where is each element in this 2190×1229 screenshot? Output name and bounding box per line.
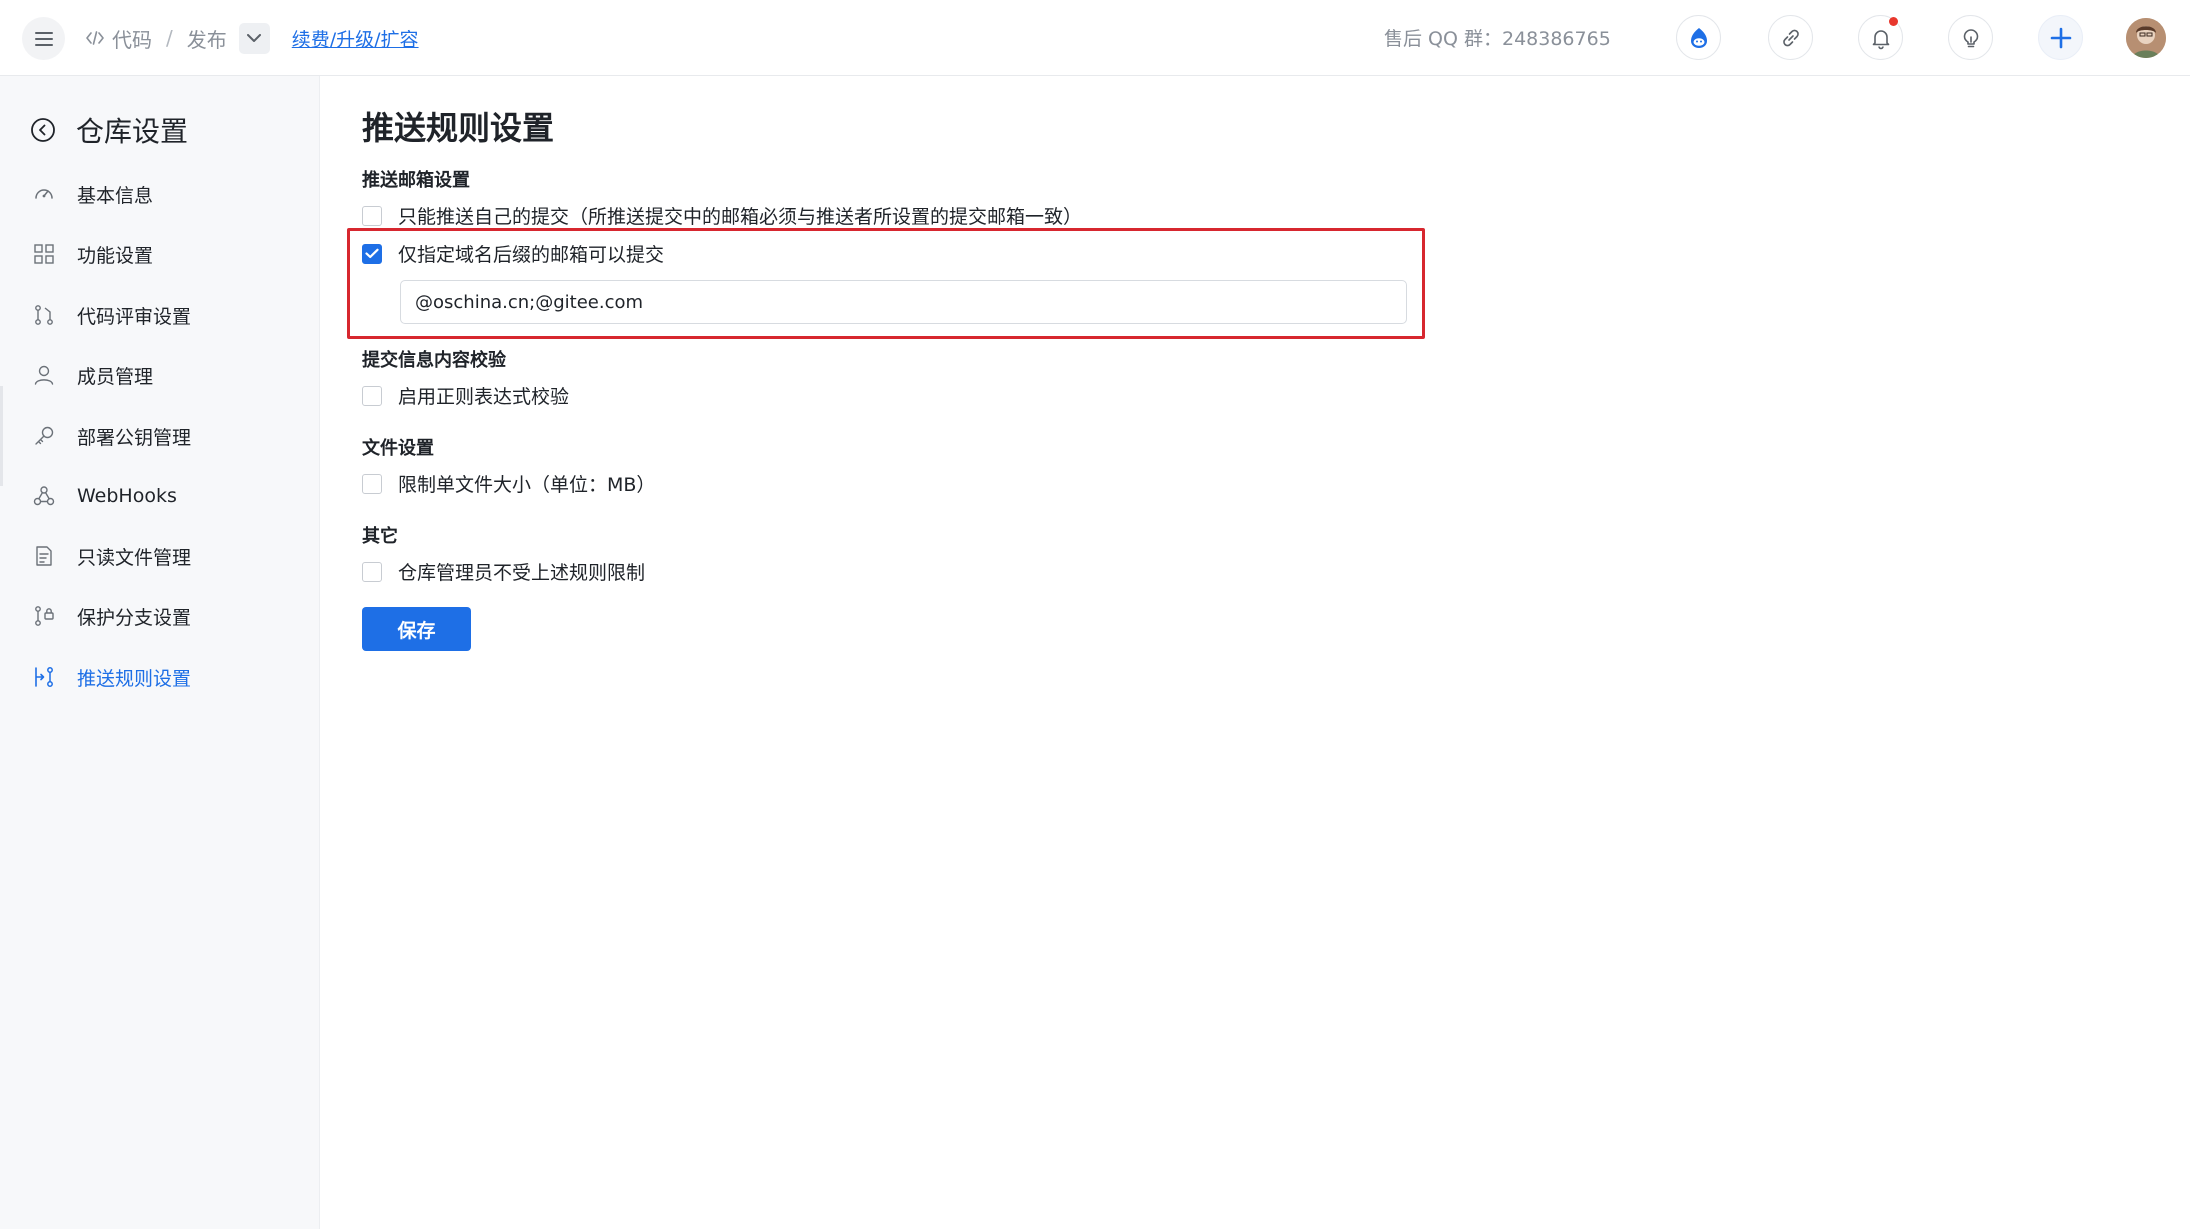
- top-bar: 代码 / 发布 续费/升级/扩容 售后 QQ 群：248386765: [0, 0, 2190, 76]
- gitee-assistant-icon: [1690, 27, 1707, 48]
- sidebar-item-readonly-files[interactable]: 只读文件管理: [32, 536, 191, 576]
- sidebar-scroll-indicator: [0, 386, 3, 486]
- sidebar-item-code-review[interactable]: 代码评审设置: [32, 295, 191, 335]
- file-icon: [32, 544, 56, 568]
- email-section-label: 推送邮箱设置: [362, 170, 470, 191]
- sidebar-header: 仓库设置: [30, 110, 188, 150]
- domain-only-checkbox[interactable]: [362, 243, 382, 264]
- admin-exempt-option[interactable]: 仓库管理员不受上述规则限制: [362, 558, 645, 585]
- regex-validation-option[interactable]: 启用正则表达式校验: [362, 382, 569, 409]
- sidebar-item-deploy-keys[interactable]: 部署公钥管理: [32, 416, 191, 456]
- user-icon: [32, 363, 56, 387]
- sidebar-item-push-rules[interactable]: 推送规则设置: [32, 657, 191, 697]
- sidebar-item-label: 基本信息: [77, 184, 154, 207]
- settings-sidebar: 仓库设置 基本信息 功能设置 代码评审设置 成员管理 部署公钥管理 WebHoo…: [0, 76, 320, 1229]
- regex-validation-checkbox[interactable]: [362, 385, 382, 406]
- breadcrumb-dropdown-button[interactable]: [238, 22, 270, 54]
- domain-only-label: 仅指定域名后缀的邮箱可以提交: [398, 244, 665, 266]
- domain-only-option[interactable]: 仅指定域名后缀的邮箱可以提交: [362, 240, 664, 267]
- sidebar-item-label: 推送规则设置: [77, 667, 192, 690]
- regex-validation-label: 启用正则表达式校验: [398, 386, 570, 408]
- chevron-down-icon: [247, 33, 262, 42]
- sidebar-item-label: 保护分支设置: [77, 606, 192, 629]
- own-commits-only-checkbox[interactable]: [362, 205, 382, 226]
- sidebar-title: 仓库设置: [76, 115, 189, 148]
- renew-upgrade-link[interactable]: 续费/升级/扩容: [292, 25, 419, 52]
- hamburger-icon: [34, 31, 53, 46]
- checkmark-icon: [365, 248, 379, 259]
- sidebar-item-label: 代码评审设置: [77, 305, 192, 328]
- page-title: 推送规则设置: [362, 109, 555, 147]
- admin-exempt-checkbox[interactable]: [362, 561, 382, 582]
- save-button[interactable]: 保存: [362, 607, 471, 651]
- sidebar-item-features[interactable]: 功能设置: [32, 234, 153, 274]
- own-commits-only-option[interactable]: 只能推送自己的提交（所推送提交中的邮箱必须与推送者所设置的提交邮箱一致）: [362, 202, 1082, 229]
- sidebar-item-basic-info[interactable]: 基本信息: [32, 174, 153, 214]
- branch-lock-icon: [32, 604, 56, 628]
- notifications-button[interactable]: [1858, 15, 1903, 60]
- lightbulb-icon: [1963, 28, 1978, 47]
- file-section-label: 文件设置: [362, 438, 434, 459]
- breadcrumb-separator: /: [166, 26, 173, 50]
- push-rules-panel: 推送规则设置 推送邮箱设置 只能推送自己的提交（所推送提交中的邮箱必须与推送者所…: [347, 76, 2162, 1229]
- breadcrumb-code[interactable]: 代码: [86, 24, 152, 53]
- key-icon: [32, 424, 56, 448]
- own-commits-only-label: 只能推送自己的提交（所推送提交中的邮箱必须与推送者所设置的提交邮箱一致）: [398, 206, 1083, 228]
- email-domain-input[interactable]: [400, 280, 1407, 324]
- plus-icon: [2050, 27, 2071, 48]
- ideas-button[interactable]: [1948, 15, 1993, 60]
- other-section-label: 其它: [362, 526, 398, 547]
- link-icon: [1782, 29, 1799, 46]
- back-circle-icon[interactable]: [30, 117, 56, 143]
- file-size-limit-label: 限制单文件大小（单位：MB）: [398, 474, 656, 496]
- push-rule-icon: [32, 665, 56, 689]
- sidebar-item-label: 功能设置: [77, 244, 154, 267]
- sidebar-item-label: WebHooks: [77, 485, 177, 507]
- assistant-button[interactable]: [1676, 15, 1721, 60]
- breadcrumb-code-label: 代码: [112, 27, 152, 52]
- file-size-limit-option[interactable]: 限制单文件大小（单位：MB）: [362, 470, 655, 497]
- breadcrumb: 代码 / 发布 续费/升级/扩容: [86, 20, 419, 56]
- bell-icon: [1872, 29, 1889, 49]
- sidebar-item-protected-branches[interactable]: 保护分支设置: [32, 596, 191, 636]
- user-avatar[interactable]: [2126, 18, 2166, 58]
- sidebar-item-label: 部署公钥管理: [77, 426, 192, 449]
- sidebar-item-members[interactable]: 成员管理: [32, 355, 153, 395]
- message-section-label: 提交信息内容校验: [362, 350, 506, 371]
- sidebar-item-webhooks[interactable]: WebHooks: [32, 476, 177, 516]
- breadcrumb-release[interactable]: 发布: [187, 24, 227, 53]
- create-new-button[interactable]: [2038, 15, 2083, 60]
- notification-badge: [1889, 17, 1898, 26]
- support-qq-text: 售后 QQ 群：248386765: [1384, 28, 1611, 50]
- admin-exempt-label: 仓库管理员不受上述规则限制: [398, 562, 646, 584]
- code-icon: [86, 31, 104, 45]
- grid-icon: [32, 242, 56, 266]
- menu-toggle-button[interactable]: [22, 17, 65, 60]
- dashboard-icon: [32, 182, 56, 206]
- sidebar-item-label: 成员管理: [77, 365, 154, 388]
- file-size-limit-checkbox[interactable]: [362, 473, 382, 494]
- review-icon: [32, 303, 56, 327]
- webhook-icon: [32, 484, 56, 508]
- sidebar-item-label: 只读文件管理: [77, 546, 192, 569]
- link-button[interactable]: [1768, 15, 1813, 60]
- avatar-image: [2126, 18, 2166, 58]
